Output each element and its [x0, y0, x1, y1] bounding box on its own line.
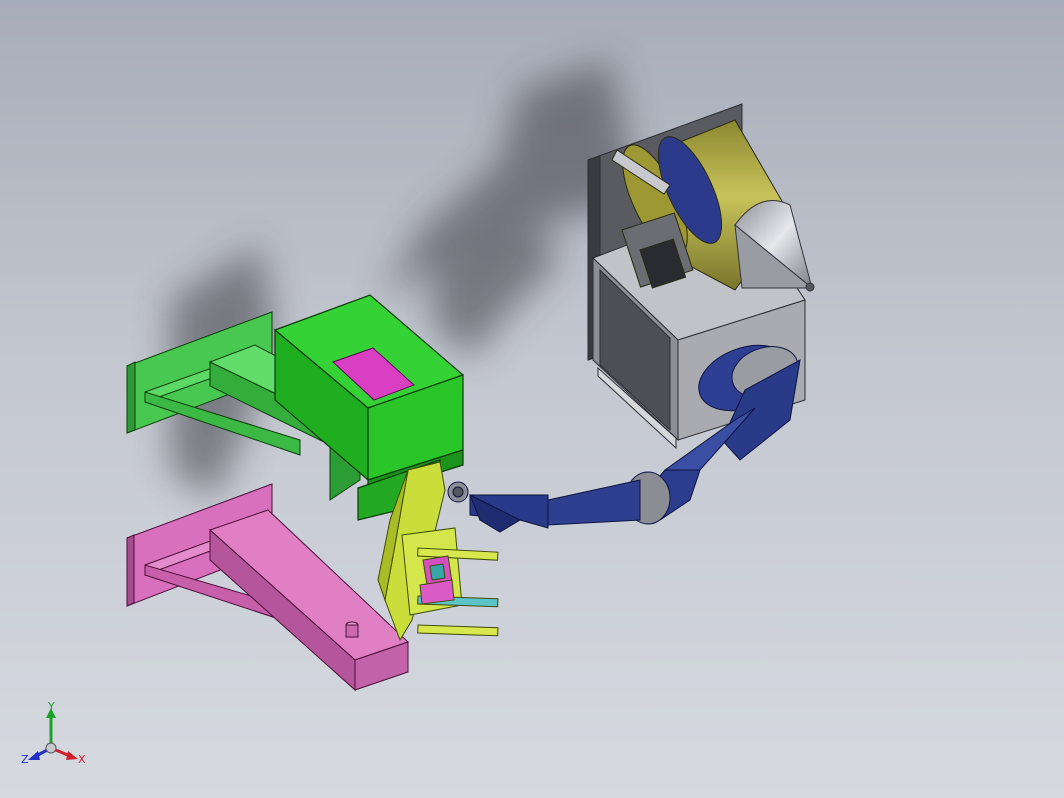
coordinate-triad: Y X Z — [21, 700, 86, 766]
model-scene[interactable] — [0, 0, 1064, 798]
x-axis-label: X — [78, 753, 86, 766]
z-axis-label: Z — [21, 753, 29, 766]
y-axis-label: Y — [47, 700, 55, 713]
silver-nose-cone — [734, 200, 815, 292]
cad-viewport[interactable]: Y X Z — [0, 0, 1064, 798]
